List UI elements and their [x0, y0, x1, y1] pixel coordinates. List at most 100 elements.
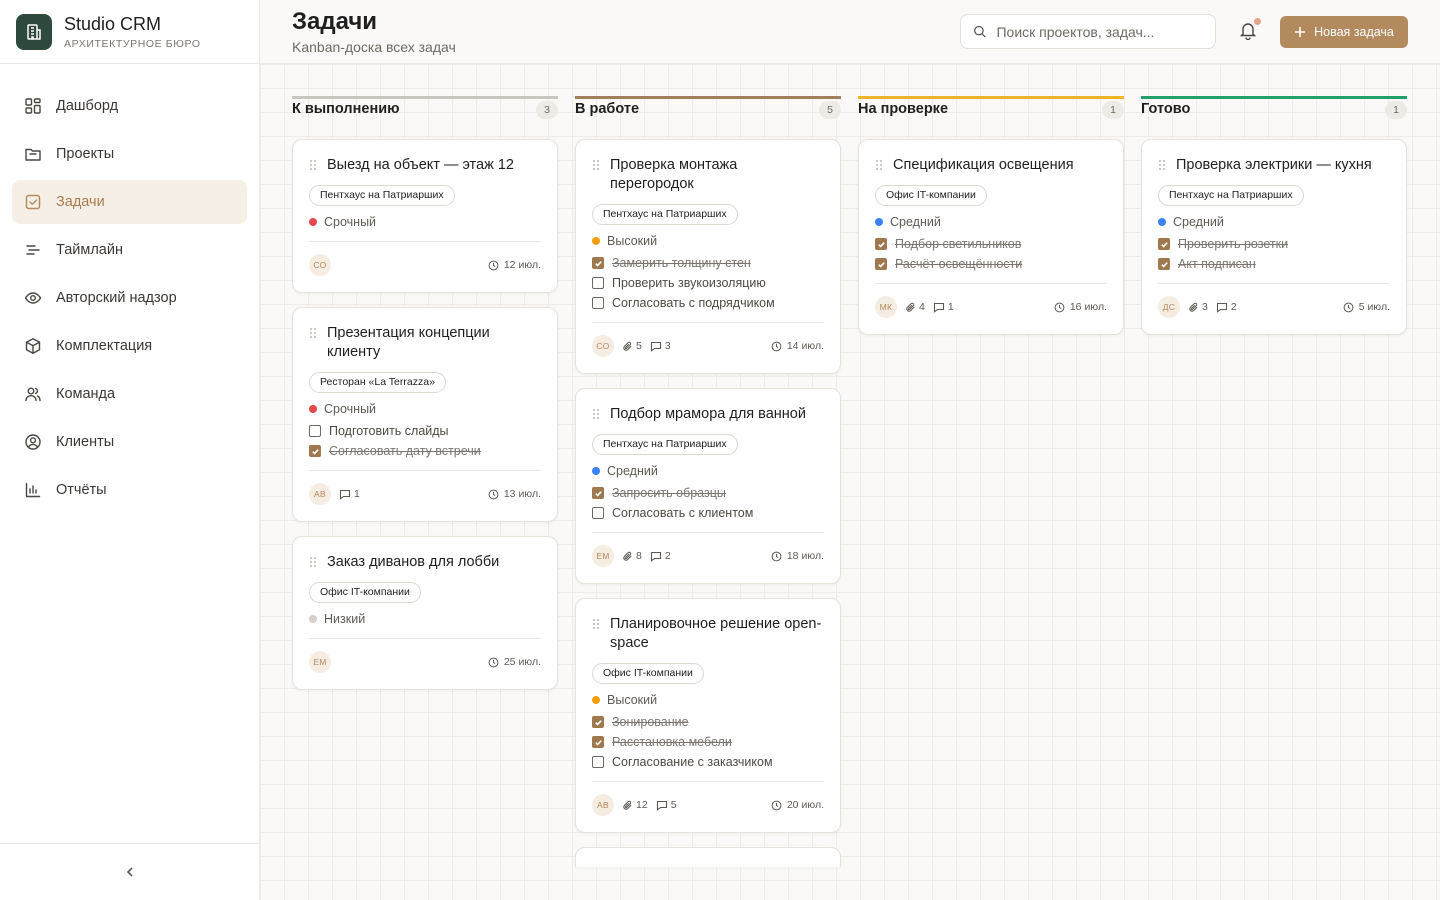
- checkbox-checked[interactable]: [875, 238, 887, 250]
- task-card-partial[interactable]: [575, 847, 841, 867]
- drag-handle-icon[interactable]: [309, 327, 317, 339]
- sidebar-item-tasks[interactable]: Задачи: [12, 180, 247, 224]
- folder-icon: [25, 148, 41, 161]
- project-tag[interactable]: Пентхаус на Патриарших: [1158, 185, 1304, 206]
- avatar[interactable]: ЕМ: [592, 545, 614, 567]
- checkbox[interactable]: [592, 756, 604, 768]
- avatar[interactable]: АВ: [309, 483, 331, 505]
- task-card[interactable]: Спецификация освещения Офис IT-компании Ср…: [858, 139, 1124, 335]
- checkbox-checked[interactable]: [875, 258, 887, 270]
- priority: Высокий: [592, 234, 824, 248]
- sidebar-item-projects[interactable]: Проекты: [12, 132, 247, 176]
- card-footer-meta: ЕМ: [309, 651, 331, 673]
- checkbox-checked[interactable]: [592, 487, 604, 499]
- collapse-sidebar-button[interactable]: [123, 865, 137, 879]
- priority: Средний: [875, 215, 1107, 229]
- avatar[interactable]: СО: [592, 335, 614, 357]
- sidebar-item-procurement[interactable]: Комплектация: [12, 324, 247, 368]
- task-card[interactable]: Планировочное решение open-space Офис IT-…: [575, 598, 841, 833]
- drag-handle-icon[interactable]: [592, 408, 600, 420]
- clock-icon: [771, 551, 782, 561]
- avatar[interactable]: МК: [875, 296, 897, 318]
- comments-value: 1: [354, 488, 360, 500]
- checklist-item[interactable]: Проверить звукоизоляцию: [592, 276, 824, 290]
- checkbox-checked[interactable]: [1158, 238, 1170, 250]
- checklist-item-label: Акт подписан: [1178, 257, 1256, 271]
- new-task-button[interactable]: Новая задача: [1280, 16, 1408, 48]
- drag-handle-icon[interactable]: [592, 618, 600, 630]
- drag-handle-icon[interactable]: [875, 159, 883, 171]
- project-tag[interactable]: Ресторан «La Terrazza»: [309, 372, 446, 393]
- sidebar-item-label: Дашборд: [56, 98, 119, 114]
- card-list: Выезд на объект — этаж 12 Пентхаус на Пат…: [292, 139, 558, 690]
- checklist-item[interactable]: Подготовить слайды: [309, 424, 541, 438]
- project-tag[interactable]: Пентхаус на Патриарших: [592, 204, 738, 225]
- checklist-item-label: Согласовать с подрядчиком: [612, 296, 775, 310]
- checklist-item[interactable]: Согласование с заказчиком: [592, 755, 824, 769]
- card-footer: ЕМ 8 2 18 июл.: [592, 532, 824, 567]
- project-tag[interactable]: Офис IT-компании: [875, 185, 987, 206]
- page-subtitle: Kanban-доска всех задач: [292, 38, 456, 55]
- sidebar-item-label: Задачи: [56, 194, 105, 210]
- checkbox-checked[interactable]: [1158, 258, 1170, 270]
- project-tag[interactable]: Пентхаус на Патриарших: [592, 434, 738, 455]
- sidebar-item-timeline[interactable]: Таймлайн: [12, 228, 247, 272]
- checklist-item[interactable]: Акт подписан: [1158, 257, 1390, 271]
- card-header: Проверка монтажа перегородок: [592, 156, 824, 194]
- checklist-item[interactable]: Проверить розетки: [1158, 237, 1390, 251]
- checklist-item[interactable]: Подбор светильников: [875, 237, 1107, 251]
- due-date: 12 июл.: [488, 259, 541, 271]
- checklist-item[interactable]: Запросить образцы: [592, 486, 824, 500]
- sidebar-item-dashboard[interactable]: Дашборд: [12, 84, 247, 128]
- column-header: К выполнению 3: [292, 96, 558, 120]
- check-icon: [1160, 241, 1168, 248]
- checklist-item[interactable]: Согласовать с клиентом: [592, 506, 824, 520]
- checkbox[interactable]: [592, 297, 604, 309]
- checklist-item[interactable]: Согласовать с подрядчиком: [592, 296, 824, 310]
- drag-handle-icon[interactable]: [309, 159, 317, 171]
- comment-icon: [933, 302, 944, 313]
- task-card[interactable]: Проверка монтажа перегородок Пентхаус на …: [575, 139, 841, 374]
- drag-handle-icon[interactable]: [309, 556, 317, 568]
- sidebar-item-supervision[interactable]: Авторский надзор: [12, 276, 247, 320]
- task-card[interactable]: Заказ диванов для лобби Офис IT-компании Н…: [292, 536, 558, 690]
- avatar[interactable]: ДС: [1158, 296, 1180, 318]
- sidebar-item-reports[interactable]: Отчёты: [12, 468, 247, 512]
- checkbox[interactable]: [592, 507, 604, 519]
- task-card[interactable]: Подбор мрамора для ванной Пентхаус на Пат…: [575, 388, 841, 584]
- checklist-item[interactable]: Зонирование: [592, 715, 824, 729]
- drag-handle-icon[interactable]: [592, 159, 600, 171]
- sidebar-item-team[interactable]: Команда: [12, 372, 247, 416]
- sidebar-item-clients[interactable]: Клиенты: [12, 420, 247, 464]
- checklist-item[interactable]: Расчёт освещённости: [875, 257, 1107, 271]
- due-date: 5 июл.: [1343, 301, 1390, 313]
- task-card[interactable]: Проверка электрики — кухня Пентхаус на Па…: [1141, 139, 1407, 335]
- project-tag[interactable]: Офис IT-компании: [309, 582, 421, 603]
- checkbox[interactable]: [592, 277, 604, 289]
- search-input[interactable]: [996, 23, 1203, 40]
- sidebar-item-label: Клиенты: [56, 434, 115, 450]
- avatar[interactable]: ЕМ: [309, 651, 331, 673]
- comments-value: 5: [670, 799, 677, 811]
- checkbox-checked[interactable]: [309, 445, 321, 457]
- task-card[interactable]: Выезд на объект — этаж 12 Пентхаус на Пат…: [292, 139, 558, 293]
- checkbox[interactable]: [309, 425, 321, 437]
- avatar[interactable]: СО: [309, 254, 331, 276]
- checklist-item[interactable]: Расстановка мебели: [592, 735, 824, 749]
- due-date: 18 июл.: [771, 550, 824, 562]
- checklist-item[interactable]: Замерить толщину стен: [592, 256, 824, 270]
- column-done: Готово 1 Проверка электрики — кухня Пентхау…: [1141, 96, 1407, 900]
- priority-label: Срочный: [324, 402, 377, 416]
- task-card[interactable]: Презентация концепции клиенту Ресторан «L…: [292, 307, 558, 522]
- card-footer-meta: СО 5 3: [592, 335, 671, 357]
- checkbox-checked[interactable]: [592, 716, 604, 728]
- checkbox-checked[interactable]: [592, 257, 604, 269]
- avatar[interactable]: АВ: [592, 794, 614, 816]
- project-tag[interactable]: Пентхаус на Патриарших: [309, 185, 455, 206]
- drag-handle-icon[interactable]: [1158, 159, 1166, 171]
- checkbox-checked[interactable]: [592, 736, 604, 748]
- checklist-item[interactable]: Согласовать дату встречи: [309, 444, 541, 458]
- notifications-button[interactable]: [1238, 18, 1261, 42]
- project-tag[interactable]: Офис IT-компании: [592, 663, 704, 684]
- brand[interactable]: Studio CRM АРХИТЕКТУРНОЕ БЮРО: [0, 0, 259, 64]
